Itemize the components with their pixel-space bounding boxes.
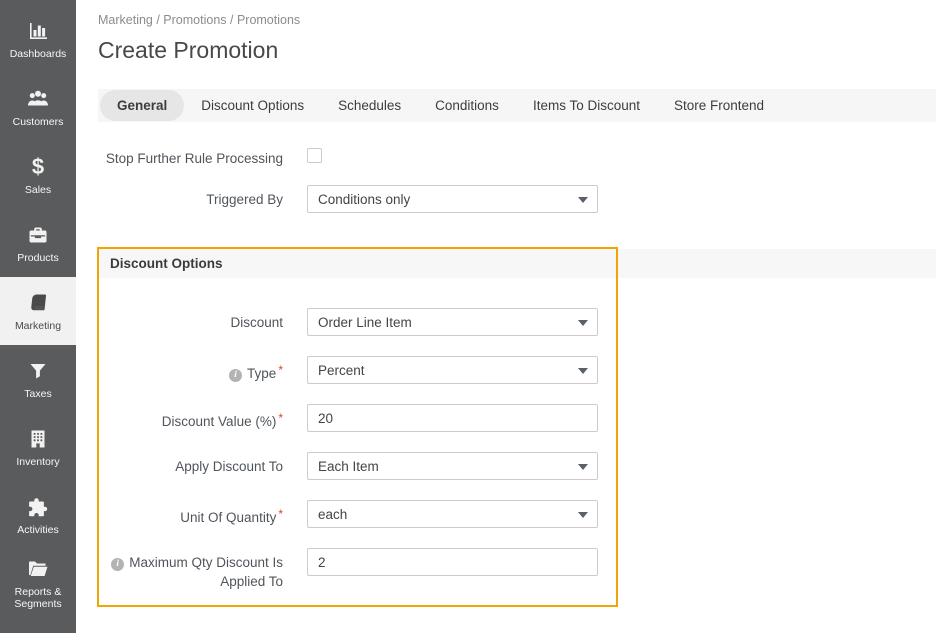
sidebar-item-label: Dashboards [9, 48, 67, 60]
apply-discount-to-value: Each Item [318, 458, 379, 474]
sidebar-item-label: Reports & Segments [14, 586, 62, 610]
folder-icon [25, 556, 51, 582]
funnel-icon [25, 358, 51, 384]
type-select[interactable]: Percent [307, 356, 598, 384]
unit-of-quantity-value: each [318, 506, 348, 522]
discount-options-highlight-box: Discount Options Discount Order Line Ite… [97, 247, 618, 607]
sidebar-item-label: Sales [24, 184, 52, 196]
maximum-qty-row: i Maximum Qty Discount Is Applied To [99, 548, 616, 591]
unit-of-quantity-label: Unit Of Quantity * [180, 507, 283, 525]
puzzle-icon [25, 494, 51, 520]
sidebar-item-products[interactable]: Products [0, 209, 76, 277]
sidebar-item-label: Activities [17, 524, 59, 536]
sidebar-item-inventory[interactable]: Inventory [0, 413, 76, 481]
discount-select[interactable]: Order Line Item [307, 308, 598, 336]
tab-items-to-discount[interactable]: Items To Discount [516, 90, 657, 121]
sidebar-item-label: Customers [12, 116, 64, 128]
stop-further-rule-row: Stop Further Rule Processing [98, 144, 936, 168]
briefcase-icon [25, 222, 51, 248]
discount-row: Discount Order Line Item [99, 308, 616, 336]
section-header-band-extension [616, 249, 936, 278]
page-title: Create Promotion [98, 37, 279, 63]
sidebar-item-sales[interactable]: $ Sales [0, 141, 76, 209]
unit-of-quantity-select[interactable]: each [307, 500, 598, 528]
discount-options-section-title: Discount Options [99, 249, 616, 278]
tab-general[interactable]: General [100, 90, 185, 121]
type-value: Percent [318, 362, 365, 378]
chevron-down-icon [578, 368, 588, 374]
sidebar-item-activities[interactable]: Activities [0, 481, 76, 549]
unit-of-quantity-row: Unit Of Quantity * each [99, 500, 616, 528]
info-icon[interactable]: i [229, 369, 243, 382]
tab-conditions[interactable]: Conditions [418, 90, 516, 121]
building-icon [25, 426, 51, 452]
sidebar-item-taxes[interactable]: Taxes [0, 345, 76, 413]
tab-store-frontend[interactable]: Store Frontend [657, 90, 781, 121]
sidebar-item-customers[interactable]: Customers [0, 73, 76, 141]
sidebar-item-label: Products [17, 252, 59, 264]
discount-value: Order Line Item [318, 314, 412, 330]
bar-chart-icon [25, 18, 51, 44]
discount-value-input[interactable] [307, 404, 598, 432]
chevron-down-icon [578, 464, 588, 470]
breadcrumb[interactable]: Marketing / Promotions / Promotions [98, 13, 936, 27]
sidebar-item-label: Marketing [14, 320, 62, 332]
apply-discount-to-label: Apply Discount To [175, 459, 283, 474]
triggered-by-select[interactable]: Conditions only [307, 185, 598, 213]
sidebar-item-reports-segments[interactable]: Reports & Segments [0, 549, 76, 617]
sidebar: Dashboards Customers $ Sales Products Ma… [0, 0, 76, 633]
main-content: Marketing / Promotions / Promotions Crea… [76, 0, 936, 633]
people-icon [25, 86, 51, 112]
discount-options-section: Discount Options Discount Order Line Ite… [76, 247, 936, 607]
required-asterisk: * [278, 363, 283, 377]
discount-value-label: Discount Value (%) * [161, 411, 283, 429]
apply-discount-to-select[interactable]: Each Item [307, 452, 598, 480]
sidebar-item-label: Inventory [16, 456, 60, 468]
type-row: i Type * Percent [99, 356, 616, 384]
maximum-qty-label: i Maximum Qty Discount Is Applied To [99, 548, 283, 591]
discount-value-row: Discount Value (%) * [99, 404, 616, 432]
triggered-by-row: Triggered By Conditions only [98, 185, 936, 213]
sidebar-item-marketing[interactable]: Marketing [0, 277, 76, 345]
maximum-qty-input[interactable] [307, 548, 598, 576]
triggered-by-value: Conditions only [318, 191, 411, 207]
stop-further-rule-checkbox[interactable] [307, 148, 322, 163]
chevron-down-icon [578, 512, 588, 518]
tab-bar: General Discount Options Schedules Condi… [98, 89, 936, 122]
chevron-down-icon [578, 197, 588, 203]
required-asterisk: * [278, 507, 283, 521]
discount-label: Discount [230, 315, 283, 330]
sidebar-item-label: Taxes [24, 388, 52, 400]
apply-discount-to-row: Apply Discount To Each Item [99, 452, 616, 480]
sidebar-item-dashboards[interactable]: Dashboards [0, 5, 76, 73]
book-icon [25, 290, 51, 316]
tab-discount-options[interactable]: Discount Options [184, 90, 321, 121]
chevron-down-icon [578, 320, 588, 326]
required-asterisk: * [278, 411, 283, 425]
type-label: i Type * [99, 356, 283, 383]
info-icon[interactable]: i [111, 558, 125, 571]
tab-schedules[interactable]: Schedules [321, 90, 418, 121]
dollar-icon: $ [31, 154, 45, 179]
stop-further-rule-label: Stop Further Rule Processing [105, 151, 283, 166]
triggered-by-label: Triggered By [206, 192, 283, 207]
